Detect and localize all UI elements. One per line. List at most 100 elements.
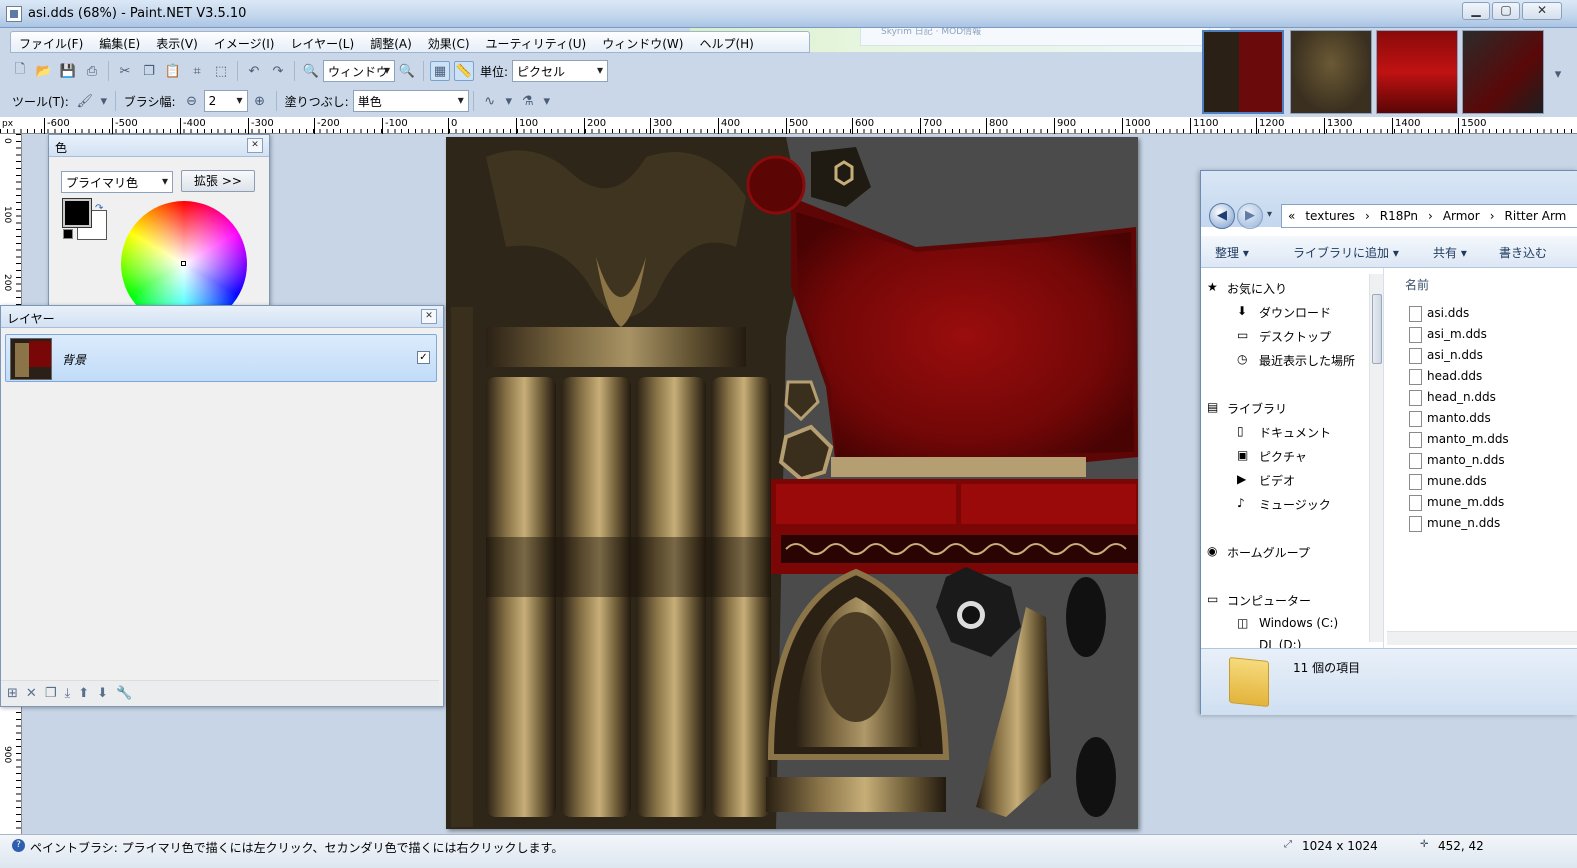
maximize-button[interactable]: ▢	[1492, 2, 1520, 20]
menu-help[interactable]: ヘルプ(H)	[691, 32, 761, 52]
address-bar[interactable]: « textures › R18Pn › Armor › Ritter Arm	[1281, 204, 1577, 228]
file-list-hscrollbar[interactable]	[1387, 631, 1577, 645]
nav-homegroup[interactable]: ホームグループ	[1207, 544, 1310, 561]
back-icon[interactable]: ◀	[1209, 203, 1235, 229]
paste-icon[interactable]: 📋	[163, 61, 183, 81]
nav-recent-places[interactable]: 最近表示した場所	[1237, 352, 1355, 369]
breadcrumb-overflow[interactable]: «	[1288, 209, 1295, 223]
duplicate-layer-icon[interactable]: ❐	[45, 686, 57, 701]
layer-properties-icon[interactable]: 🔧	[116, 686, 132, 701]
image-thumb-manto[interactable]	[1376, 30, 1458, 114]
organize-button[interactable]: 整理 ▾	[1215, 244, 1249, 261]
image-thumb-asi[interactable]	[1202, 30, 1284, 114]
chevron-down-icon[interactable]: ▾	[1267, 209, 1272, 220]
file-item[interactable]: manto.dds	[1409, 411, 1491, 427]
blend-mode-icon[interactable]: ⚗	[518, 91, 538, 111]
cut-icon[interactable]: ✂	[115, 61, 135, 81]
menu-adjustments[interactable]: 調整(A)	[362, 32, 420, 52]
breadcrumb-separator[interactable]: ›	[1428, 209, 1433, 223]
antialias-icon[interactable]: ∿	[480, 91, 500, 111]
image-thumb-mune[interactable]	[1462, 30, 1544, 114]
move-layer-down-icon[interactable]: ⬇	[97, 686, 108, 701]
breadcrumb-r18pn[interactable]: R18Pn	[1380, 209, 1418, 223]
delete-layer-icon[interactable]: ✕	[26, 686, 37, 701]
menu-image[interactable]: イメージ(I)	[206, 32, 283, 52]
grid-toggle-icon[interactable]: ▦	[430, 61, 450, 81]
open-file-icon[interactable]: 📂	[34, 61, 54, 81]
paintbrush-icon[interactable]: 🖌	[75, 91, 95, 111]
file-item[interactable]: asi_m.dds	[1409, 327, 1487, 343]
menu-file[interactable]: ファイル(F)	[11, 32, 91, 52]
file-item[interactable]: mune_n.dds	[1408, 516, 1500, 532]
primary-color-swatch[interactable]	[62, 198, 92, 228]
forward-icon[interactable]: ▶	[1237, 203, 1263, 229]
zoom-in-icon[interactable]: 🔍	[397, 61, 417, 81]
menu-edit[interactable]: 編集(E)	[91, 32, 148, 52]
expand-button[interactable]: 拡張 >>	[181, 170, 255, 192]
breadcrumb-textures[interactable]: textures	[1305, 209, 1355, 223]
menu-layers[interactable]: レイヤー(L)	[282, 32, 362, 52]
swap-colors-icon[interactable]: ↷	[95, 203, 103, 214]
print-icon[interactable]: ⎙	[82, 61, 102, 81]
copy-icon[interactable]: ❐	[139, 61, 159, 81]
ruler-toggle-icon[interactable]: 📏	[454, 61, 474, 81]
save-icon[interactable]: 💾	[58, 61, 78, 81]
breadcrumb-ritter-armor[interactable]: Ritter Arm	[1505, 209, 1567, 223]
merge-layer-down-icon[interactable]: ⤓	[64, 686, 70, 701]
menu-view[interactable]: 表示(V)	[148, 32, 206, 52]
nav-desktop[interactable]: デスクトップ	[1237, 328, 1331, 345]
breadcrumb-separator[interactable]: ›	[1490, 209, 1495, 223]
nav-documents[interactable]: ドキュメント	[1237, 424, 1331, 441]
menu-window[interactable]: ウィンドウ(W)	[594, 32, 691, 52]
add-layer-icon[interactable]: ⊞	[7, 686, 18, 701]
nav-libraries[interactable]: ライブラリ	[1207, 400, 1287, 417]
nav-music[interactable]: ミュージック	[1237, 496, 1331, 513]
layer-visibility-checkbox[interactable]: ✓	[417, 351, 430, 364]
nav-scroll-thumb[interactable]	[1372, 294, 1382, 364]
chevron-down-icon[interactable]: ▾	[1548, 64, 1568, 84]
share-button[interactable]: 共有 ▾	[1433, 244, 1467, 261]
deselect-icon[interactable]: ⬚	[211, 61, 231, 81]
nav-drive-c[interactable]: Windows (C:)	[1237, 616, 1338, 630]
image-thumb-head[interactable]	[1290, 30, 1372, 114]
file-item[interactable]: mune.dds	[1409, 474, 1487, 490]
file-item[interactable]: mune_m.dds	[1408, 495, 1504, 511]
nav-videos[interactable]: ビデオ	[1237, 472, 1295, 489]
chevron-down-icon[interactable]: ▾	[504, 91, 514, 111]
menu-utilities[interactable]: ユーティリティ(U)	[478, 32, 595, 52]
chevron-down-icon[interactable]: ▾	[542, 91, 552, 111]
breadcrumb-separator[interactable]: ›	[1365, 209, 1370, 223]
nav-drive-d[interactable]: DL (D:)	[1259, 638, 1301, 648]
close-icon[interactable]: ✕	[421, 309, 437, 324]
close-button[interactable]: ✕	[1522, 2, 1562, 20]
breadcrumb-armor[interactable]: Armor	[1443, 209, 1480, 223]
color-mode-combo[interactable]: プライマリ色	[61, 171, 173, 193]
file-item[interactable]: asi.dds	[1408, 306, 1469, 322]
nav-pictures[interactable]: ピクチャ	[1237, 448, 1307, 465]
file-item[interactable]: head_n.dds	[1409, 390, 1496, 406]
zoom-combo[interactable]: ウィンドウ	[323, 60, 395, 82]
close-icon[interactable]: ✕	[247, 138, 263, 153]
chevron-down-icon[interactable]: ▾	[99, 91, 109, 111]
file-item[interactable]: asi_n.dds	[1409, 348, 1483, 364]
layer-row[interactable]: 背景 ✓	[5, 334, 437, 382]
new-file-icon[interactable]: 🗋	[10, 61, 30, 81]
crop-icon[interactable]: ⌗	[187, 61, 207, 81]
minimize-button[interactable]: ▁	[1462, 2, 1490, 20]
file-item[interactable]: head.dds	[1408, 369, 1482, 385]
image-canvas[interactable]	[446, 137, 1138, 829]
column-header-name[interactable]: 名前	[1405, 276, 1429, 293]
redo-icon[interactable]: ↷	[268, 61, 288, 81]
file-item[interactable]: manto_n.dds	[1409, 453, 1505, 469]
menu-effects[interactable]: 効果(C)	[420, 32, 478, 52]
move-layer-up-icon[interactable]: ⬆	[78, 686, 89, 701]
fill-combo[interactable]: 単色	[352, 90, 469, 112]
add-to-library-button[interactable]: ライブラリに追加 ▾	[1293, 244, 1399, 261]
nav-favorites[interactable]: お気に入り	[1207, 280, 1287, 297]
nav-downloads[interactable]: ダウンロード	[1237, 304, 1331, 321]
burn-button[interactable]: 書き込む	[1499, 244, 1547, 261]
nav-scrollbar[interactable]	[1369, 274, 1383, 642]
decrease-width-icon[interactable]: ⊖	[182, 91, 202, 111]
increase-width-icon[interactable]: ⊕	[250, 91, 270, 111]
zoom-out-icon[interactable]: 🔍	[301, 61, 321, 81]
